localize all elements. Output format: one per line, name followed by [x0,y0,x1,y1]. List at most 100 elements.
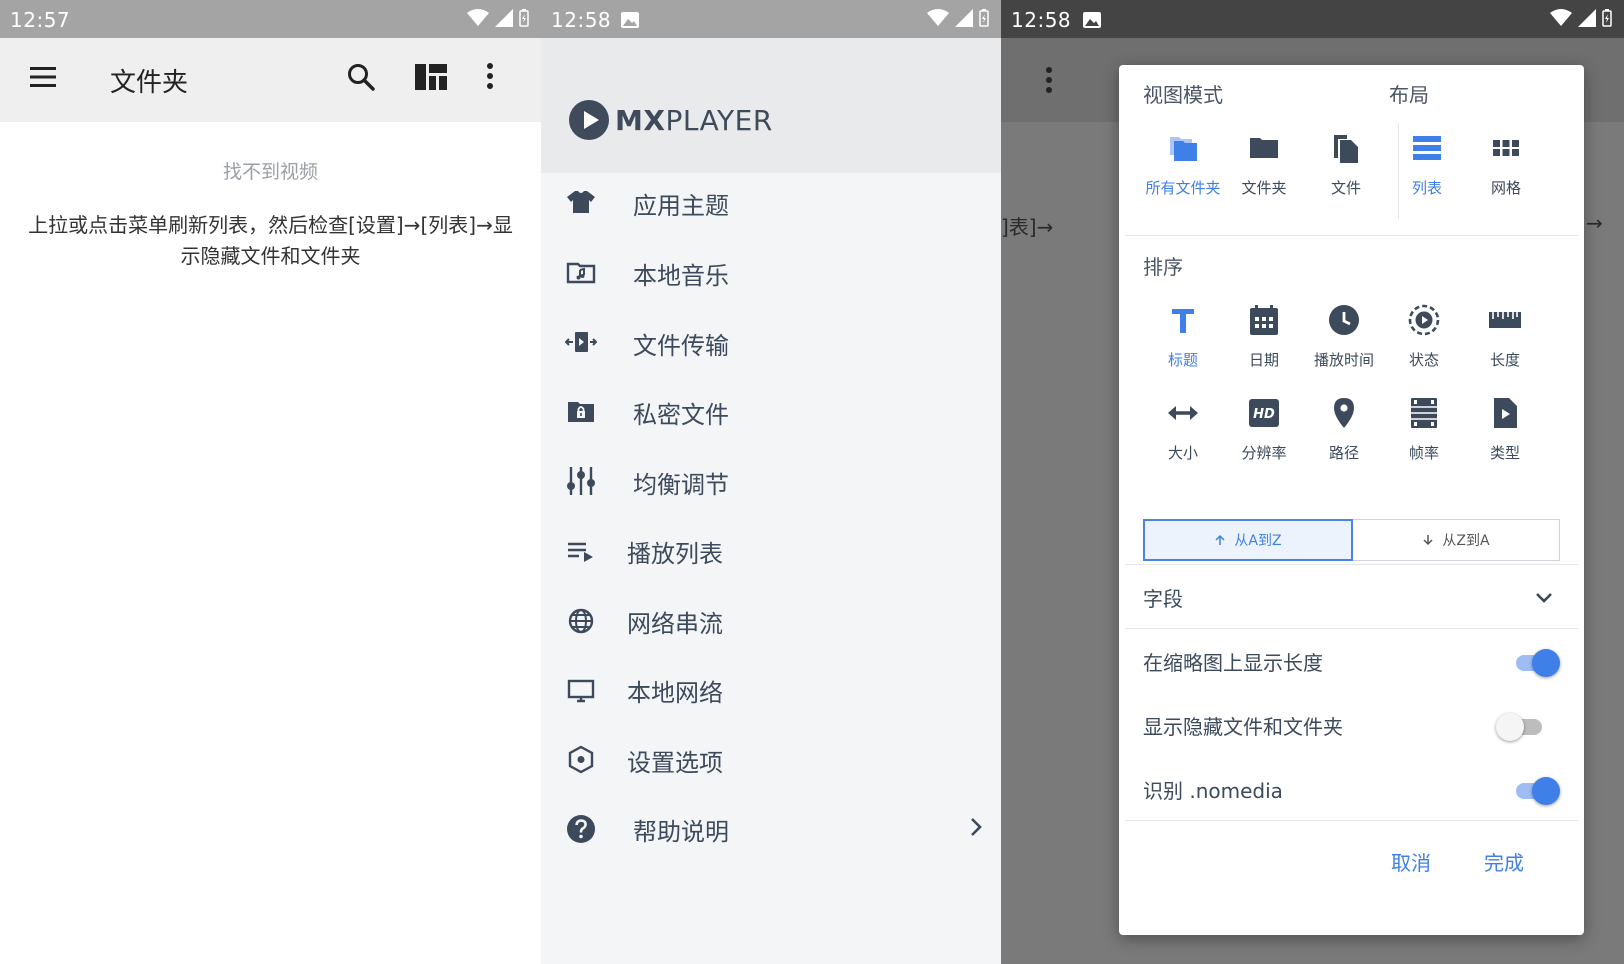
signal-icon [955,9,973,27]
sort-option-type[interactable]: 类型 [1463,396,1547,463]
menu-item-file-transfer[interactable]: 文件传输 [541,312,1001,372]
private-folder-icon [568,402,594,422]
file-icon [1334,135,1358,163]
sort-descending-button[interactable]: 从Z到A [1353,519,1560,561]
menu-item-label: 私密文件 [633,401,729,429]
play-logo-icon [569,100,609,140]
menu-item-help[interactable]: 帮助说明 [541,798,1001,858]
sort-ascending-label: 从A到Z [1234,533,1282,549]
fields-dropdown[interactable]: 字段 [1143,577,1560,617]
sort-option-resolution[interactable]: HD 分辨率 [1222,396,1306,463]
menu-item-label: 均衡调节 [633,471,729,499]
layout-option-label: 网格 [1490,179,1521,197]
menu-item-theme[interactable]: 应用主题 [541,172,1001,232]
view-option-label: 文件 [1330,179,1361,197]
calendar-icon [1250,305,1278,335]
location-pin-icon [1334,398,1354,428]
layout-option-list[interactable]: 列表 [1385,131,1469,198]
divider [1125,564,1578,565]
sort-option-title[interactable]: 标题 [1141,303,1225,370]
sort-title: 排序 [1143,255,1183,279]
sort-order-toggle: 从A到Z 从Z到A [1143,519,1560,561]
divider [1125,820,1578,821]
view-option-file[interactable]: 文件 [1304,131,1388,198]
layout-title: 布局 [1389,83,1429,107]
fields-label: 字段 [1143,587,1183,611]
view-settings-screen: 12:58 ]表]→ → 视图模式 布局 所有文件夹 文件夹 文件 列表 网格 … [1001,0,1624,964]
size-icon [1168,406,1198,420]
menu-item-private-files[interactable]: 私密文件 [541,381,1001,441]
menu-item-label: 网络串流 [627,610,723,638]
ruler-icon [1489,312,1521,328]
divider [1125,235,1578,236]
sort-option-label: 日期 [1248,351,1279,369]
view-layout-icon[interactable] [415,62,447,92]
sort-option-label: 标题 [1167,351,1198,369]
nomedia-switch[interactable] [1508,775,1560,805]
wifi-icon [467,9,489,26]
battery-icon [979,9,989,27]
sort-option-path[interactable]: 路径 [1302,396,1386,463]
divider [1125,628,1578,629]
status-time: 12:58 [551,8,612,32]
more-options-icon[interactable] [486,62,494,90]
settings-icon [568,745,594,774]
menu-item-label: 本地网络 [627,679,723,707]
cancel-button[interactable]: 取消 [1391,847,1431,876]
menu-item-playlist[interactable]: 播放列表 [541,520,1001,580]
view-option-all-folders[interactable]: 所有文件夹 [1141,131,1225,198]
image-notification-icon [621,12,639,28]
app-bar: 文件夹 [0,38,541,122]
sort-option-size[interactable]: 大小 [1141,396,1225,463]
equalizer-icon [567,467,595,495]
clock-icon [1329,305,1359,335]
sort-ascending-button[interactable]: 从A到Z [1143,519,1353,561]
mx-player-logo: MXPLAYER [569,100,773,140]
arrow-up-icon [1215,534,1225,545]
menu-item-label: 应用主题 [633,192,729,220]
image-notification-icon [1083,12,1101,28]
logo-text-rest: PLAYER [665,103,773,137]
hd-icon: HD [1249,399,1279,427]
grid-icon [1493,140,1519,156]
done-button[interactable]: 完成 [1484,847,1524,876]
layout-option-grid[interactable]: 网格 [1464,131,1548,198]
menu-icon[interactable] [30,66,56,88]
sort-option-label: 播放时间 [1313,351,1374,369]
menu-item-label: 设置选项 [627,749,723,777]
show-length-switch[interactable] [1508,647,1560,677]
sort-option-length[interactable]: 长度 [1463,303,1547,370]
menu-item-network-stream[interactable]: 网络串流 [541,590,1001,650]
search-icon[interactable] [346,62,376,92]
status-bar: 12:58 [541,0,1001,38]
menu-item-local-network[interactable]: 本地网络 [541,659,1001,719]
show-hidden-switch[interactable] [1496,711,1548,741]
sort-option-frame-rate[interactable]: 帧率 [1382,396,1466,463]
toggle-label: 显示隐藏文件和文件夹 [1143,715,1343,739]
menu-item-label: 本地音乐 [633,262,729,290]
sort-option-label: 帧率 [1408,444,1439,462]
toggle-label: 识别 .nomedia [1143,779,1283,803]
title-icon [1172,309,1194,333]
status-time: 12:58 [1011,8,1072,32]
toggle-row-nomedia: 识别 .nomedia [1143,769,1560,809]
sort-option-status[interactable]: 状态 [1382,303,1466,370]
status-bar: 12:58 [1001,0,1624,38]
file-transfer-icon [565,332,597,352]
wifi-icon [927,9,949,26]
page-title: 文件夹 [110,68,189,98]
sort-descending-label: 从Z到A [1442,533,1490,549]
logo-text-bold: MX [615,103,666,137]
monitor-icon [567,679,595,703]
chevron-right-icon [971,818,982,836]
globe-icon [568,608,594,634]
film-icon [1411,398,1437,428]
menu-item-local-music[interactable]: 本地音乐 [541,242,1001,302]
menu-item-settings[interactable]: 设置选项 [541,729,1001,789]
dimmed-text-right: → [1586,211,1603,235]
sort-option-date[interactable]: 日期 [1222,303,1306,370]
sort-option-play-time[interactable]: 播放时间 [1302,303,1386,370]
view-option-folder[interactable]: 文件夹 [1222,131,1306,198]
menu-item-equalizer[interactable]: 均衡调节 [541,451,1001,511]
view-settings-dialog: 视图模式 布局 所有文件夹 文件夹 文件 列表 网格 排序 标题 日期 播放时间… [1119,65,1584,935]
